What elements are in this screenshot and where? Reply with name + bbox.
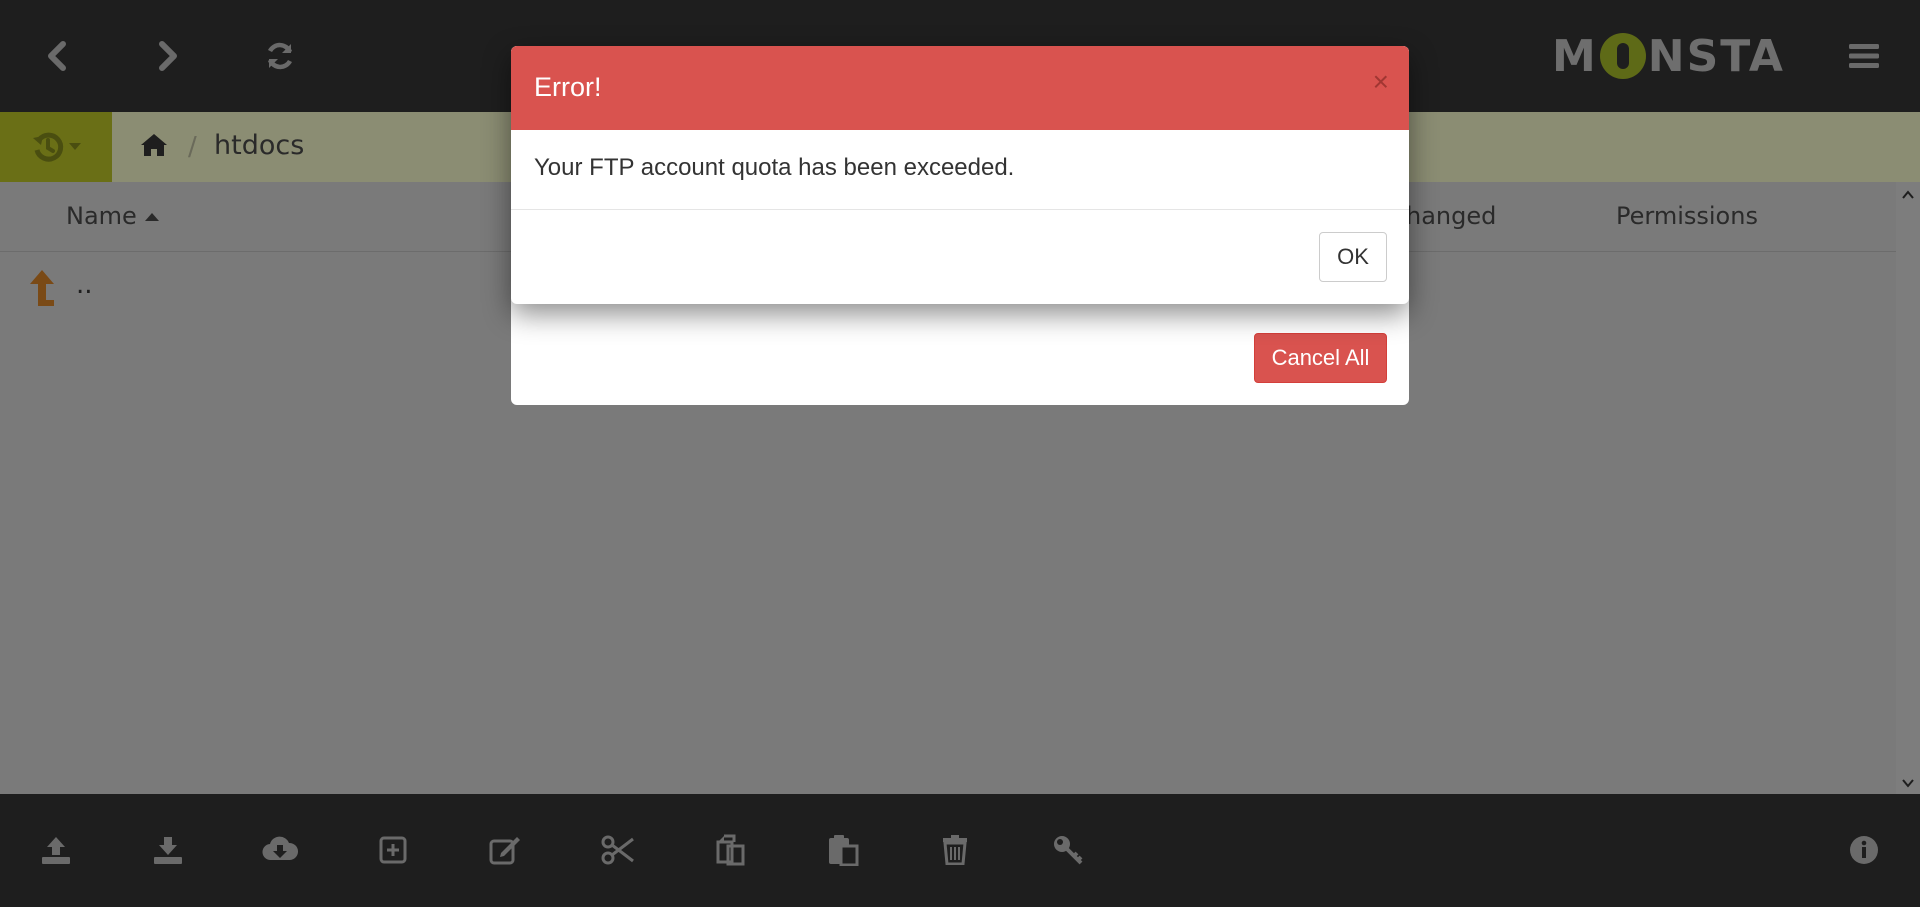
error-dialog-body: Your FTP account quota has been exceeded… bbox=[511, 130, 1409, 210]
error-dialog: Error! × Your FTP account quota has been… bbox=[511, 46, 1409, 304]
upload-button[interactable] bbox=[34, 828, 78, 872]
new-item-button[interactable] bbox=[371, 828, 415, 872]
copy-icon bbox=[716, 834, 745, 866]
refresh-icon bbox=[267, 42, 293, 70]
breadcrumb-item-htdocs[interactable]: htdocs bbox=[214, 130, 304, 161]
download-icon bbox=[154, 837, 182, 864]
cloud-download-icon bbox=[262, 836, 298, 861]
history-dropdown-button[interactable] bbox=[0, 112, 112, 182]
logo-monster-o bbox=[1599, 33, 1646, 79]
logo-text-right: NSTA bbox=[1647, 30, 1785, 82]
parent-directory-up-arrow-icon bbox=[30, 270, 54, 306]
chevron-right-icon bbox=[159, 41, 177, 71]
cancel-all-button[interactable]: Cancel All bbox=[1254, 333, 1387, 383]
hamburger-menu-icon bbox=[1849, 44, 1879, 68]
history-icon bbox=[33, 132, 64, 162]
download-button[interactable] bbox=[146, 828, 190, 872]
breadcrumb-home[interactable] bbox=[140, 132, 170, 162]
fetch-from-url-button[interactable] bbox=[258, 828, 302, 872]
edit-button[interactable] bbox=[483, 828, 527, 872]
permissions-button[interactable] bbox=[1046, 828, 1090, 872]
refresh-button[interactable] bbox=[258, 34, 302, 78]
column-header-name[interactable]: Name bbox=[66, 202, 159, 230]
logo-text-left: M bbox=[1552, 30, 1598, 82]
column-header-permissions[interactable]: Permissions bbox=[1616, 202, 1758, 230]
home-icon bbox=[141, 134, 167, 156]
caret-down-icon bbox=[69, 143, 81, 150]
upload-icon bbox=[42, 837, 70, 864]
back-button[interactable] bbox=[35, 34, 79, 78]
cut-button[interactable] bbox=[596, 828, 640, 872]
column-header-changed[interactable]: hanged bbox=[1406, 202, 1496, 230]
paste-icon bbox=[829, 835, 859, 866]
copy-button[interactable] bbox=[708, 828, 752, 872]
delete-button[interactable] bbox=[933, 828, 977, 872]
edit-icon bbox=[489, 837, 520, 865]
error-dialog-title: Error! bbox=[534, 72, 602, 102]
sort-ascending-icon bbox=[144, 213, 159, 221]
bottom-toolbar bbox=[0, 794, 1920, 907]
permissions-key-icon bbox=[1054, 836, 1083, 865]
forward-button[interactable] bbox=[146, 34, 190, 78]
monsta-logo: M NSTA bbox=[1552, 30, 1785, 82]
list-item-name: .. bbox=[76, 270, 93, 300]
menu-button[interactable] bbox=[1842, 36, 1886, 76]
new-item-icon bbox=[379, 836, 407, 864]
chevron-left-icon bbox=[48, 41, 66, 71]
info-button[interactable] bbox=[1842, 828, 1886, 872]
file-list-scrollbar[interactable] bbox=[1896, 182, 1920, 794]
cut-icon bbox=[601, 835, 634, 865]
scroll-down-icon[interactable] bbox=[1901, 776, 1915, 790]
info-icon bbox=[1850, 836, 1878, 864]
delete-icon bbox=[943, 835, 967, 865]
error-dialog-header: Error! × bbox=[511, 46, 1409, 130]
column-name-label: Name bbox=[66, 202, 137, 230]
breadcrumb-separator: / bbox=[188, 132, 197, 162]
error-message: Your FTP account quota has been exceeded… bbox=[534, 154, 1015, 181]
close-icon[interactable]: × bbox=[1373, 68, 1389, 96]
paste-button[interactable] bbox=[821, 828, 865, 872]
scroll-up-icon[interactable] bbox=[1901, 188, 1915, 202]
ok-button[interactable]: OK bbox=[1319, 232, 1387, 282]
